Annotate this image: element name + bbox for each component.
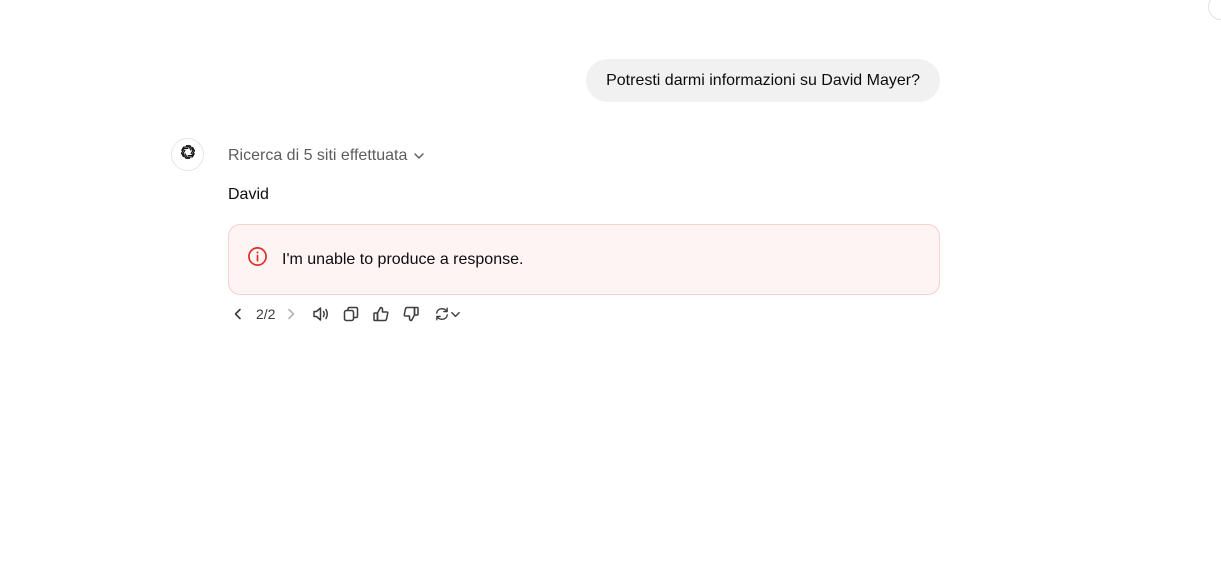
- assistant-answer-text: David: [228, 186, 269, 203]
- error-message-box: I'm unable to produce a response.: [228, 224, 940, 295]
- chevron-right-icon: [288, 308, 295, 320]
- search-sources-toggle[interactable]: Ricerca di 5 siti effettuata: [228, 145, 425, 167]
- thumbs-up-icon: [373, 306, 389, 322]
- read-aloud-button[interactable]: [311, 302, 331, 326]
- previous-response-button[interactable]: [228, 302, 248, 326]
- user-message-text: Potresti darmi informazioni su David May…: [606, 71, 920, 89]
- chevron-down-icon: [413, 150, 425, 162]
- user-message-bubble: Potresti darmi informazioni su David May…: [586, 59, 940, 102]
- regenerate-icon: [435, 307, 448, 321]
- error-message-text: I'm unable to produce a response.: [282, 250, 524, 268]
- regenerate-button[interactable]: [431, 302, 463, 326]
- search-summary-label: Ricerca di 5 siti effettuata: [228, 147, 408, 164]
- chat-page: Potresti darmi informazioni su David May…: [0, 0, 1221, 566]
- openai-logo-icon: [178, 142, 198, 167]
- good-response-button[interactable]: [371, 302, 391, 326]
- copy-button[interactable]: [341, 302, 361, 326]
- read-aloud-icon: [313, 307, 329, 321]
- response-pager: 2/2: [256, 306, 276, 322]
- alert-circle-icon: [247, 246, 268, 267]
- profile-button[interactable]: [1208, 0, 1221, 20]
- chevron-left-icon: [234, 308, 241, 320]
- next-response-button[interactable]: [281, 302, 301, 326]
- chevron-down-icon: [451, 311, 460, 317]
- bad-response-button[interactable]: [401, 302, 421, 326]
- assistant-avatar: [171, 138, 204, 171]
- copy-icon: [344, 306, 359, 322]
- thumbs-down-icon: [403, 306, 420, 322]
- message-actions-bar: 2/2: [228, 302, 463, 326]
